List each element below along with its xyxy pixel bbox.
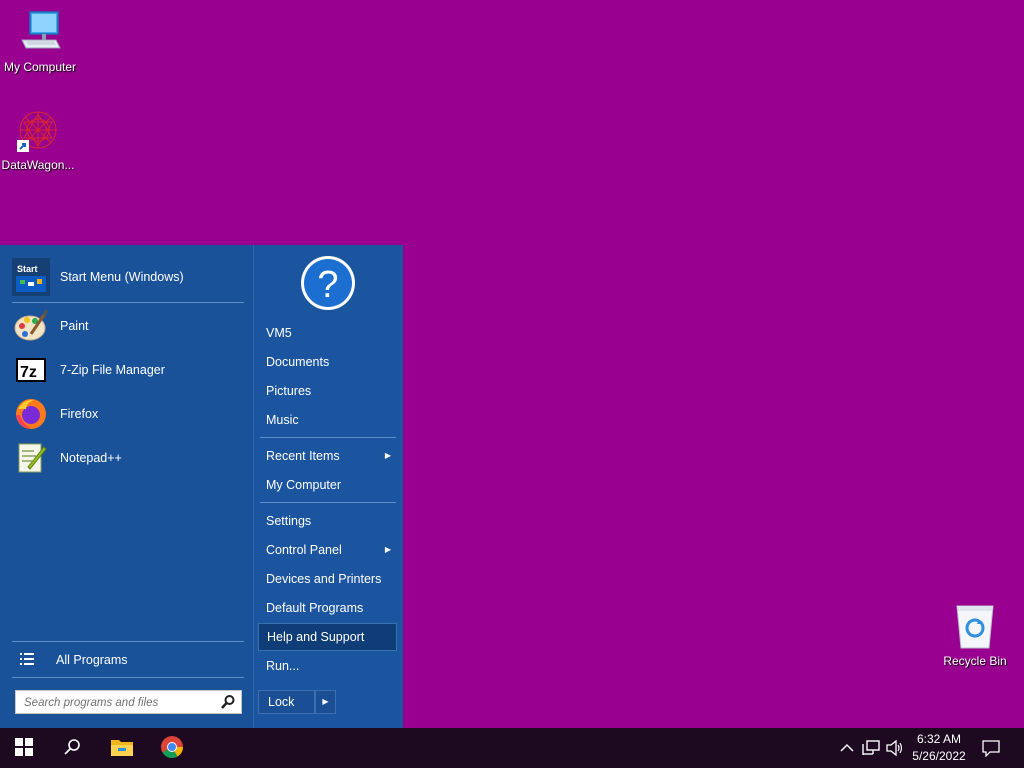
program-label: 7-Zip File Manager (60, 363, 165, 377)
divider (260, 502, 396, 503)
network-icon[interactable] (861, 738, 881, 758)
datawagon-icon (14, 108, 62, 156)
start-menu-header-label: Start Menu (Windows) (60, 270, 184, 284)
7zip-glyph: 7z (20, 364, 37, 381)
search-button[interactable] (48, 728, 96, 768)
chevron-right-icon: ▶ (384, 451, 391, 460)
clock-time: 6:32 AM (916, 732, 962, 746)
right-item-label: Settings (266, 514, 312, 528)
notepadpp-icon (12, 439, 50, 477)
right-item-my-computer[interactable]: My Computer (258, 471, 397, 499)
taskbar-clock[interactable]: 6:32 AM 5/26/2022 (904, 731, 974, 765)
svg-text:Start: Start (17, 264, 38, 274)
chevron-right-icon: ▶ (384, 545, 391, 554)
right-item-music[interactable]: Music (258, 406, 397, 434)
right-item-control-panel[interactable]: Control Panel ▶ (258, 536, 397, 564)
right-item-label: VM5 (266, 326, 292, 340)
7zip-icon: 7z (12, 351, 50, 389)
search-box (15, 690, 242, 714)
lock-button[interactable]: Lock (258, 690, 315, 714)
all-programs-label: All Programs (56, 653, 128, 667)
help-glyph: ? (317, 264, 338, 306)
paint-icon (12, 307, 50, 345)
taskbar (0, 728, 1024, 768)
right-item-label: Documents (266, 355, 330, 369)
chrome-icon (160, 735, 184, 762)
clock-date: 5/26/2022 (912, 749, 966, 763)
right-item-recent-items[interactable]: Recent Items ▶ (258, 442, 397, 470)
desktop-icon-datawagon[interactable]: DataWagon... (0, 108, 78, 172)
right-item-label: Control Panel (266, 543, 342, 557)
search-input[interactable] (22, 693, 216, 713)
right-item-label: Pictures (266, 384, 312, 398)
right-item-vm5[interactable]: VM5 (258, 319, 397, 347)
right-item-default-programs[interactable]: Default Programs (258, 594, 397, 622)
right-item-label: My Computer (266, 478, 342, 492)
desktop-icon-label: My Computer (3, 60, 77, 74)
right-item-label: Music (266, 413, 299, 427)
all-programs-button[interactable]: All Programs (12, 645, 244, 675)
divider (260, 437, 396, 438)
search-icon (63, 738, 81, 759)
divider (12, 302, 244, 303)
desktop-icon-label: Recycle Bin (943, 654, 1007, 668)
program-item-notepadpp[interactable]: Notepad++ (12, 437, 244, 479)
desktop-icon-label: DataWagon... (1, 158, 75, 172)
start-button[interactable] (0, 728, 48, 768)
program-item-firefox[interactable]: Firefox (12, 393, 244, 435)
right-item-label: Default Programs (266, 601, 364, 615)
program-label: Firefox (60, 407, 99, 421)
search-icon[interactable] (220, 694, 236, 710)
program-item-paint[interactable]: Paint (12, 305, 244, 347)
right-item-label: Run... (266, 659, 300, 673)
program-label: Paint (60, 319, 89, 333)
recycle-bin-icon (951, 604, 999, 652)
right-item-label: Devices and Printers (266, 572, 382, 586)
right-item-pictures[interactable]: Pictures (258, 377, 397, 405)
right-item-label: Recent Items (266, 449, 340, 463)
firefox-icon (12, 395, 50, 433)
right-item-run[interactable]: Run... (258, 652, 397, 680)
right-item-help-support[interactable]: Help and Support (258, 623, 397, 651)
volume-icon[interactable] (885, 738, 905, 758)
computer-icon (16, 10, 64, 58)
desktop-icon-recycle-bin[interactable]: Recycle Bin (935, 604, 1015, 668)
right-item-label: Help and Support (267, 630, 365, 644)
chevron-right-icon: ▶ (322, 697, 329, 706)
program-label: Notepad++ (60, 451, 122, 465)
right-item-documents[interactable]: Documents (258, 348, 397, 376)
help-icon: ? (300, 255, 356, 311)
list-icon (20, 652, 34, 669)
start-menu-header-item[interactable]: Start Start Menu (Windows) (12, 256, 244, 298)
program-item-7zip[interactable]: 7z 7-Zip File Manager (12, 349, 244, 391)
notification-icon[interactable] (981, 738, 1001, 758)
windows-logo-icon (15, 737, 33, 759)
taskbar-file-explorer[interactable] (98, 728, 146, 768)
taskbar-chrome[interactable] (148, 728, 196, 768)
divider (12, 677, 244, 678)
show-hidden-icons-chevron-up-icon[interactable] (837, 738, 857, 758)
shutdown-options-button[interactable]: ▶ (315, 690, 336, 714)
start-menu-icon: Start (12, 258, 50, 296)
file-explorer-icon (110, 737, 134, 760)
right-item-settings[interactable]: Settings (258, 507, 397, 535)
right-item-devices-printers[interactable]: Devices and Printers (258, 565, 397, 593)
desktop-icon-my-computer[interactable]: My Computer (0, 10, 80, 74)
lock-label: Lock (268, 695, 295, 709)
divider (12, 641, 244, 642)
